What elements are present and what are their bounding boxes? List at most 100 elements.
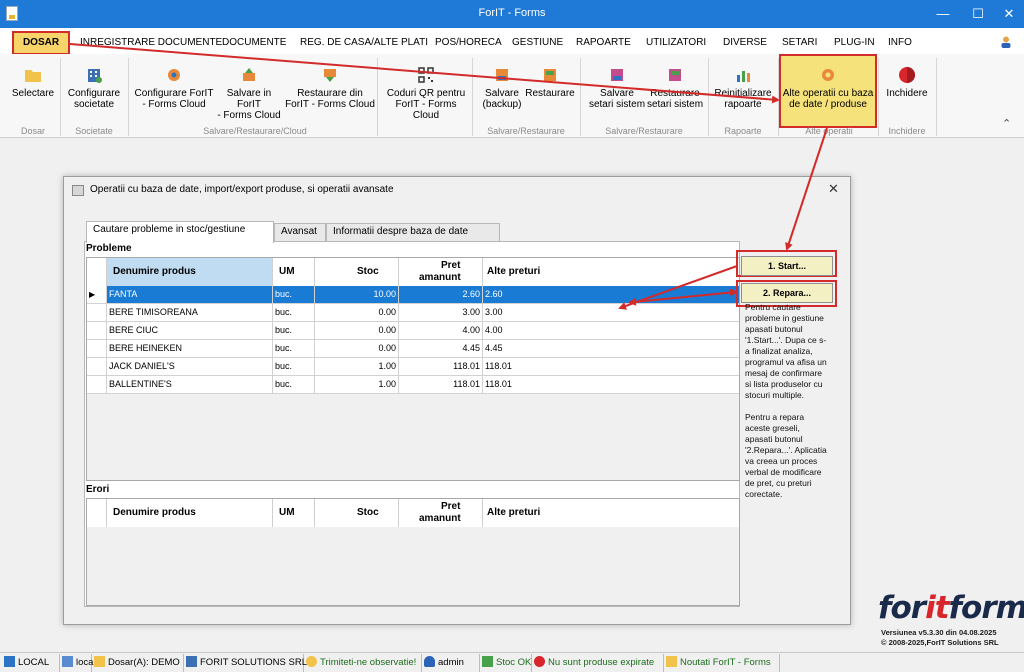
cloud-gear-icon: [168, 69, 180, 81]
menu-pos-horeca[interactable]: POS/HORECA: [435, 37, 502, 48]
erori-col-header-pret[interactable]: Pret amanunt: [399, 499, 483, 527]
minimize-button[interactable]: —: [928, 4, 958, 24]
ribbon-btn-restaurare-setari[interactable]: Restaurare setari sistem: [646, 60, 704, 110]
ribbon-btn-coduri-qr[interactable]: Coduri QR pentru ForIT - Forms Cloud: [383, 60, 469, 121]
menu-reg-casa[interactable]: REG. DE CASA/ALTE PLATI: [300, 37, 428, 48]
table-row[interactable]: BERE HEINEKEN buc. 0.00 4.45 4.45: [87, 340, 739, 358]
menu-plug-in[interactable]: PLUG-IN: [834, 37, 875, 48]
status-local-mode[interactable]: LOCAL: [2, 654, 60, 672]
status-company[interactable]: FORIT SOLUTIONS SRL: [184, 654, 307, 672]
menu-inregistrare-documente[interactable]: INREGISTRARE DOCUMENTE: [80, 37, 222, 48]
folder-icon: [94, 656, 105, 667]
menu-dosar[interactable]: DOSAR: [12, 31, 70, 55]
col-header-um[interactable]: UM: [273, 258, 315, 286]
help-paragraph-start: Pentru cautare probleme in gestiune apas…: [745, 302, 827, 400]
menu-info[interactable]: INFO: [888, 37, 912, 48]
status-news-link[interactable]: Noutati ForIT - Forms: [664, 654, 780, 672]
tab-informatii-baza-date[interactable]: Informatii despre baza de date: [326, 223, 500, 242]
table-row[interactable]: BERE CIUC buc. 0.00 4.00 4.00: [87, 322, 739, 340]
col-header-stoc[interactable]: Stoc: [315, 258, 399, 286]
menu-rapoarte[interactable]: RAPOARTE: [576, 37, 631, 48]
tab-cautare-probleme[interactable]: Cautare probleme in stoc/gestiune: [86, 221, 274, 243]
menu-diverse[interactable]: DIVERSE: [723, 37, 767, 48]
status-local-server[interactable]: local: [60, 654, 96, 672]
probleme-label: Probleme: [86, 243, 132, 254]
smiley-icon: [306, 656, 317, 667]
ribbon-btn-configurare-cloud[interactable]: Configurare ForIT - Forms Cloud: [132, 60, 216, 110]
maximize-button[interactable]: ☐: [963, 4, 993, 24]
menu-documente[interactable]: DOCUMENTE: [222, 37, 286, 48]
group-label-alte-operatii: Alte operatii: [805, 126, 853, 136]
dialog-close-icon[interactable]: ✕: [828, 181, 839, 197]
stock-icon: [482, 656, 493, 667]
help-text: Pentru cautare probleme in gestiune apas…: [745, 302, 829, 511]
building-icon: [186, 656, 197, 667]
server-icon: [62, 656, 73, 667]
erori-col-header-stoc[interactable]: Stoc: [315, 499, 399, 527]
group-label-dosar: Dosar: [20, 126, 45, 136]
status-user[interactable]: admin: [422, 654, 480, 672]
dialog-icon: [72, 185, 84, 196]
status-dosar[interactable]: Dosar(A): DEMO: [92, 654, 184, 672]
menu-setari[interactable]: SETARI: [782, 37, 817, 48]
close-circle-icon: [899, 67, 915, 83]
group-label-cloud: Salvare/Restaurare/Cloud: [203, 126, 307, 136]
close-window-button[interactable]: ✕: [994, 4, 1024, 24]
tab-avansat[interactable]: Avansat: [274, 223, 326, 242]
ribbon-btn-salvare-backup[interactable]: Salvare (backup): [480, 60, 524, 110]
group-label-inchidere: Inchidere: [888, 126, 926, 136]
settings-restore-icon: [669, 69, 681, 81]
menu-bar: INREGISTRARE DOCUMENTE DOCUMENTE REG. DE…: [0, 28, 1024, 54]
status-expired-products[interactable]: Nu sunt produse expirate: [532, 654, 664, 672]
folder-icon: [25, 70, 41, 82]
ribbon-collapse-icon[interactable]: ⌃: [1002, 117, 1011, 130]
help-paragraph-repara: Pentru a repara aceste greseli, apasati …: [745, 412, 827, 499]
col-header-denumire[interactable]: Denumire produs: [107, 258, 273, 286]
building-icon: [88, 69, 102, 83]
erori-col-header-um[interactable]: UM: [273, 499, 315, 527]
news-icon: [666, 656, 677, 667]
window-title: ForIT - Forms: [478, 7, 546, 19]
erori-col-header-denumire[interactable]: Denumire produs: [107, 499, 273, 527]
menu-gestiune[interactable]: GESTIUNE: [512, 37, 563, 48]
start-button[interactable]: 1. Start...: [741, 256, 833, 276]
no-expired-icon: [534, 656, 545, 667]
ribbon-btn-configurare-societate[interactable]: Configurare societate: [64, 60, 124, 110]
cloud-download-icon: [324, 69, 336, 82]
status-stoc[interactable]: Stoc OK: [480, 654, 532, 672]
ribbon-btn-salvare-setari[interactable]: Salvare setari sistem: [588, 60, 646, 110]
settings-save-icon: [611, 69, 623, 81]
menu-utilizatori[interactable]: UTILIZATORI: [646, 37, 706, 48]
ribbon-btn-alte-operatii[interactable]: Alte operatii cu baza de date / produse: [781, 60, 875, 110]
col-header-pret[interactable]: Pret amanunt: [399, 258, 483, 286]
erori-grid: Denumire produs UM Stoc Pret amanunt Alte…: [86, 498, 740, 606]
group-label-societate: Societate: [75, 126, 113, 136]
ribbon-btn-restaurare[interactable]: Restaurare: [524, 60, 576, 99]
col-header-alte-preturi[interactable]: Alte preturi: [483, 258, 739, 286]
group-label-rapoarte: Rapoarte: [724, 126, 762, 136]
status-feedback-link[interactable]: Trimiteti-ne observatie!: [304, 654, 422, 672]
ribbon-btn-restaurare-cloud[interactable]: Restaurare din ForIT - Forms Cloud: [285, 60, 375, 110]
user-icon: [424, 656, 435, 667]
group-label-salvare-sistem: Salvare/Restaurare: [605, 126, 683, 136]
report-chart-icon: [737, 71, 750, 82]
probleme-grid: Denumire produs UM Stoc Pret amanunt Alte…: [86, 257, 740, 481]
user-icon[interactable]: [1000, 36, 1012, 48]
table-row[interactable]: BALLENTINE'S buc. 1.00 118.01 118.01: [87, 376, 739, 394]
database-save-icon: [496, 69, 508, 81]
ribbon-btn-selectare[interactable]: Selectare: [8, 60, 58, 99]
erori-label: Erori: [86, 484, 110, 495]
ribbon-btn-salvare-cloud[interactable]: Salvare in ForIT - Forms Cloud: [214, 60, 284, 121]
table-row[interactable]: BERE TIMISOREANA buc. 0.00 3.00 3.00: [87, 304, 739, 322]
ribbon-btn-reinitializare-rapoarte[interactable]: Reinitializare rapoarte: [712, 60, 774, 110]
cloud-upload-icon: [243, 68, 255, 81]
ribbon-btn-inchidere[interactable]: Inchidere: [882, 60, 932, 99]
erori-col-header-alte-preturi[interactable]: Alte preturi: [483, 499, 739, 527]
dialog-title: Operatii cu baza de date, import/export …: [90, 184, 394, 195]
table-row[interactable]: ▶ FANTA buc. 10.00 2.60 2.60: [87, 286, 739, 304]
status-bar: LOCAL local Dosar(A): DEMO FORIT SOLUTIO…: [0, 652, 1024, 672]
database-gear-icon: [822, 69, 834, 81]
repara-button[interactable]: 2. Repara...: [741, 283, 833, 303]
title-bar: ForIT - Forms — ☐ ✕: [0, 0, 1024, 28]
table-row[interactable]: JACK DANIEL'S buc. 1.00 118.01 118.01: [87, 358, 739, 376]
